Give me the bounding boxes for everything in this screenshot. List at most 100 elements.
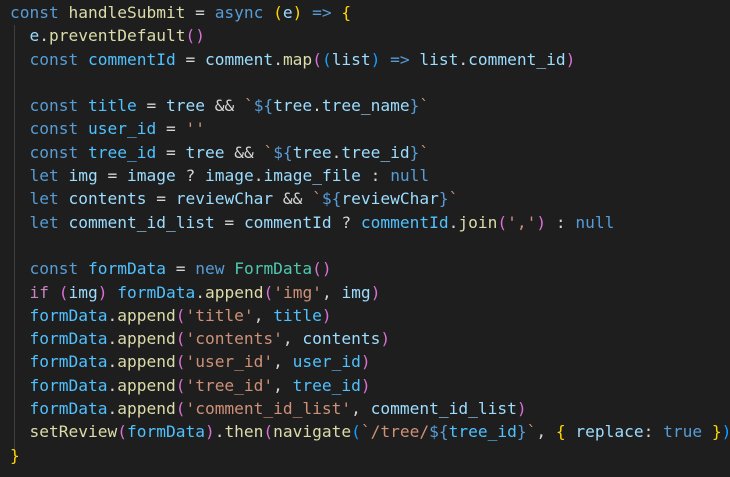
code-token: } [409, 142, 420, 162]
code-token: formData [29, 375, 108, 395]
code-token: reviewChar [175, 189, 274, 209]
code-token: . [331, 142, 342, 162]
code-token: ( [175, 305, 186, 325]
code-token: append [117, 305, 176, 325]
code-token: ) [292, 3, 303, 22]
code-line[interactable]: formData.append('tree_id', tree_id) [0, 374, 730, 397]
code-token: } [409, 96, 420, 116]
code-token: append [117, 329, 176, 349]
code-token: formData [29, 352, 108, 372]
code-token: map [282, 49, 313, 69]
code-token: ) [204, 422, 215, 442]
code-token: ( [263, 282, 274, 302]
code-line[interactable]: if (img) formData.append('img', img) [0, 281, 730, 304]
code-token: ` [243, 96, 254, 116]
code-token: , [273, 375, 293, 395]
code-token: tree [273, 96, 313, 116]
code-token: const [29, 142, 79, 162]
code-token: 'tree_id' [185, 375, 274, 395]
code-token: image [204, 166, 254, 186]
code-token: null [575, 212, 615, 232]
code-line[interactable]: const handleSubmit = async (e) => { [0, 1, 730, 24]
code-line[interactable]: let img = image ? image.image_file : nul… [0, 164, 730, 187]
code-line[interactable]: formData.append('contents', contents) [0, 327, 730, 350]
code-line[interactable]: formData.append('comment_id_list', comme… [0, 397, 730, 420]
code-token: . [214, 422, 225, 442]
code-token: commentId [87, 49, 176, 69]
code-line[interactable]: const commentId = comment.map((list) => … [0, 48, 730, 71]
code-token: && [204, 96, 244, 116]
code-token: ( [312, 49, 322, 69]
code-token: list [419, 49, 459, 69]
code-line[interactable]: formData.append('user_id', user_id) [0, 350, 730, 373]
code-token: comment_id [468, 49, 566, 69]
code-line[interactable]: const title = tree && `${tree.tree_name}… [0, 94, 730, 117]
code-token: ${ [321, 189, 342, 209]
code-token: . [253, 166, 264, 186]
code-token: => [312, 3, 332, 22]
code-token: formData [117, 282, 196, 302]
code-token: = [136, 96, 166, 116]
code-token: && [273, 189, 313, 209]
code-token: title [273, 305, 322, 325]
code-token: ) [516, 399, 527, 419]
code-line[interactable]: const tree_id = tree && `${tree.tree_id}… [0, 141, 730, 164]
code-token: . [107, 329, 118, 349]
code-token: commentId [360, 212, 449, 232]
code-line[interactable] [0, 71, 730, 94]
code-line[interactable]: let contents = reviewChar && `${reviewCh… [0, 187, 730, 210]
code-token: ` [312, 189, 322, 209]
code-token: = [165, 259, 196, 279]
code-token: append [117, 352, 176, 372]
code-line[interactable]: setReview(formData).then(navigate(`/tree… [0, 420, 730, 443]
code-token: 'contents' [185, 329, 283, 349]
code-token: formData [29, 305, 108, 325]
code-token: navigate [273, 422, 352, 442]
code-token: comment_id_list [370, 399, 517, 419]
code-token: ? [175, 166, 205, 186]
code-token: . [107, 375, 118, 395]
code-line[interactable] [0, 234, 730, 257]
code-token: tree_id [341, 142, 410, 162]
code-token: } [711, 422, 722, 442]
code-token: . [458, 49, 469, 69]
code-token: const [29, 259, 79, 279]
code-token: ? [331, 212, 361, 232]
code-token: , [282, 329, 303, 349]
code-line[interactable]: e.preventDefault() [0, 24, 730, 47]
code-token: join [458, 212, 498, 232]
code-token: ',' [507, 212, 537, 232]
code-token: . [448, 212, 459, 232]
code-token: new [195, 259, 225, 279]
code-token: tree [165, 96, 205, 116]
code-token: formData [29, 329, 108, 349]
code-token: tree_id [292, 375, 361, 395]
code-token: const [10, 3, 59, 22]
code-line[interactable]: const formData = new FormData() [0, 257, 730, 280]
code-token: . [273, 49, 283, 69]
code-token: = [214, 212, 244, 232]
code-line[interactable]: formData.append('title', title) [0, 304, 730, 327]
code-token: ) [380, 329, 391, 349]
code-line[interactable]: } [0, 444, 730, 467]
code-token: ( [321, 49, 332, 69]
code-token: ( [175, 399, 186, 419]
code-editor[interactable]: const handleSubmit = async (e) => { e.pr… [0, 0, 730, 477]
code-line[interactable]: const user_id = '' [0, 117, 730, 140]
code-token: : [546, 212, 576, 232]
code-token: 'user_id' [185, 352, 274, 372]
code-line[interactable]: let comment_id_list = commentId ? commen… [0, 211, 730, 234]
code-token: const [29, 49, 79, 69]
